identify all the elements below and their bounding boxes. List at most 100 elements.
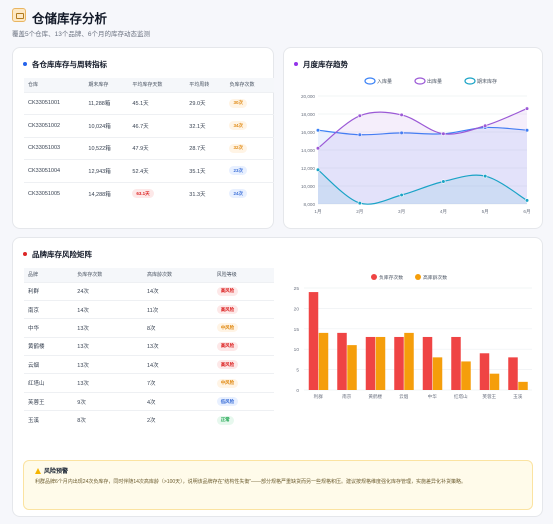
warehouse-name: CK33051001 <box>24 91 85 115</box>
avg-stock-days: 45.1天 <box>128 91 186 115</box>
bar[interactable] <box>508 357 518 390</box>
legend-label: 入库量 <box>377 78 392 85</box>
negative-stock-count-badge: 24次 <box>229 189 247 198</box>
bar[interactable] <box>451 336 461 390</box>
avg-turnover: 35.1天 <box>185 159 226 182</box>
avg-turnover: 28.7天 <box>185 136 226 160</box>
table-row[interactable]: CK33051002 10,024箱 46.7天 32.1天 34次 <box>24 114 274 137</box>
legend-item[interactable]: 入库量 <box>364 77 392 85</box>
ending-stock: 11,288箱 <box>84 91 129 115</box>
table-row[interactable]: CK33051003 10,522箱 47.9天 28.7天 32次 <box>24 136 274 160</box>
negative-stock-count: 13次 <box>73 318 143 338</box>
brand-name: 黄鹤楼 <box>24 336 74 356</box>
bar[interactable] <box>404 332 414 390</box>
data-point[interactable] <box>483 123 488 128</box>
warning-text: 利群品牌6个月内出现24次负库存，同时伴随14次高库龄（>100天），说明该品牌… <box>35 479 467 485</box>
negative-stock-count: 14次 <box>73 299 143 319</box>
y-tick-label: 0 <box>296 388 299 394</box>
high-age-count: 14次 <box>142 281 213 301</box>
bar[interactable] <box>365 336 376 390</box>
negative-stock-count: 24次 <box>73 281 143 301</box>
avg-stock-days: 47.9天 <box>128 136 186 160</box>
data-point[interactable] <box>357 113 362 118</box>
table-row[interactable]: 玉溪 8次 2次 正常 <box>24 410 274 430</box>
data-point[interactable] <box>399 112 404 118</box>
high-age-count: 13次 <box>142 336 213 356</box>
risk-level: 高风险 <box>212 299 274 319</box>
bar[interactable] <box>479 353 490 390</box>
legend-label: 高库龄次数 <box>423 274 447 281</box>
x-tick-label: 4月 <box>440 209 447 215</box>
negative-stock-count: 24次 <box>225 181 274 205</box>
table-row[interactable]: 利群 24次 14次 高风险 <box>24 281 274 301</box>
x-tick-label: 5月 <box>482 209 489 215</box>
x-tick-label: 中华 <box>428 393 438 400</box>
data-point[interactable] <box>524 106 530 111</box>
data-point[interactable] <box>399 192 404 198</box>
y-tick-label: 15 <box>294 327 300 333</box>
blue-dot-icon <box>23 62 27 66</box>
warehouse-metrics-card: 各仓库库存与周转指标 仓库 期末库存 平均库存天数 平均周转 负库存次数 CK33051… <box>12 47 274 229</box>
avg-turnover: 32.1天 <box>185 114 226 137</box>
avg-turnover: 31.3天 <box>185 181 226 205</box>
bar[interactable] <box>337 332 347 390</box>
negative-stock-count: 34次 <box>225 114 274 137</box>
monthly-trend-card: 月度库存趋势 入库量 出库量 期末库存 20,000 18,000 16,000 14,00… <box>283 47 543 229</box>
legend-label: 出库量 <box>427 78 442 85</box>
table-row[interactable]: 红塔山 13次 7次 中风险 <box>24 373 274 393</box>
bar[interactable] <box>461 361 471 390</box>
brand-risk-table: 品牌 负库存次数 高库龄次数 风险等级 利群 24次 14次 高风险 南京 14次 11次 高风险中… <box>24 268 274 430</box>
warning-title-text: 风险预警 <box>44 469 69 475</box>
data-point[interactable] <box>315 146 321 151</box>
avg-stock-days: 46.7天 <box>128 114 186 137</box>
data-point[interactable] <box>315 128 321 133</box>
bar[interactable] <box>347 345 357 390</box>
legend-item[interactable]: 高库龄次数 <box>415 274 447 281</box>
table-row[interactable]: 云烟 13次 14次 高风险 <box>24 355 274 374</box>
card-title: 月度库存趋势 <box>294 59 348 70</box>
bar[interactable] <box>422 336 433 390</box>
risk-level: 正常 <box>212 410 274 430</box>
data-point[interactable] <box>483 173 488 179</box>
bar[interactable] <box>432 357 443 390</box>
avg-stock-days-badge: 63.1天 <box>132 189 154 198</box>
legend-item[interactable]: 期末库存 <box>464 77 497 85</box>
table-row[interactable]: CK33051004 12,943箱 52.4天 35.1天 23次 <box>24 159 274 182</box>
legend-item[interactable]: 出库量 <box>414 77 442 85</box>
negative-stock-count-badge: 30次 <box>229 98 247 108</box>
bar[interactable] <box>489 373 500 390</box>
risk-level: 中风险 <box>212 373 274 393</box>
warning-icon <box>35 468 41 474</box>
avg-stock-days: 63.1天 <box>128 181 186 205</box>
risk-level: 中风险 <box>212 318 274 338</box>
brand-risk-bar-chart: 负库存次数 高库龄次数 25 20 15 10 5 0 利群 南京 黄鹤楼 云烟 中华 红塔山 芙蓉王 玉溪 <box>294 274 532 400</box>
y-tick-label: 16,000 <box>301 130 315 135</box>
table-row[interactable]: CK33051005 14,288箱 63.1天 31.3天 24次 <box>24 181 274 205</box>
table-row[interactable]: 南京 14次 11次 高风险 <box>24 299 274 319</box>
risk-level: 高风险 <box>212 336 274 356</box>
bar[interactable] <box>518 381 528 390</box>
table-row[interactable]: 芙蓉王 9次 4次 低风险 <box>24 391 274 411</box>
bar[interactable] <box>308 292 319 390</box>
data-point[interactable] <box>357 201 362 206</box>
bar[interactable] <box>375 336 386 390</box>
data-point[interactable] <box>315 167 321 172</box>
risk-level-badge: 中风险 <box>216 323 239 333</box>
table-row[interactable]: 中华 13次 8次 中风险 <box>24 318 274 338</box>
risk-level-badge: 高风险 <box>216 305 239 315</box>
risk-level-badge: 高风险 <box>216 360 239 370</box>
ending-stock: 10,024箱 <box>84 114 129 137</box>
legend-item[interactable]: 负库存次数 <box>371 274 403 281</box>
bar[interactable] <box>394 336 404 390</box>
bar[interactable] <box>318 332 329 390</box>
page-title: 仓储库存分析 <box>32 12 108 26</box>
data-point[interactable] <box>441 131 446 136</box>
data-point[interactable] <box>441 179 446 184</box>
risk-warning-box: 风险预警 利群品牌6个月内出现24次负库存，同时伴随14次高库龄（>100天），… <box>23 460 533 510</box>
table-row[interactable]: 黄鹤楼 13次 13次 高风险 <box>24 336 274 356</box>
table-row[interactable]: CK33051001 11,288箱 45.1天 29.0天 30次 <box>24 91 274 115</box>
risk-level: 高风险 <box>212 355 274 374</box>
risk-level: 高风险 <box>212 281 274 301</box>
y-tick-label: 8,000 <box>304 202 316 207</box>
data-point[interactable] <box>524 198 530 203</box>
